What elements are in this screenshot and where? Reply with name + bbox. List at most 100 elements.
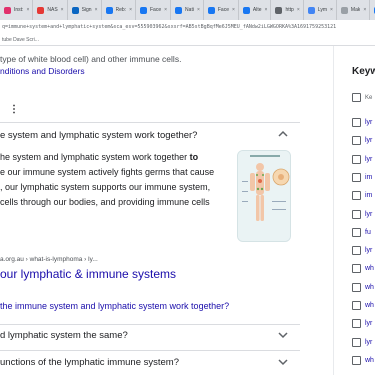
tab-close-icon[interactable]: × <box>363 7 366 13</box>
browser-tab[interactable]: Lym × <box>304 0 337 20</box>
chevron-up-icon[interactable] <box>278 130 288 140</box>
browser-tab[interactable]: Face × <box>204 0 239 20</box>
chevron-down-icon[interactable] <box>278 331 288 341</box>
answer-text: , our lymphatic system supports our immu… <box>0 182 211 192</box>
keyword-label[interactable]: wh <box>365 284 374 291</box>
browser-tab[interactable]: Mak × <box>337 0 371 20</box>
keyword-row[interactable]: lyr <box>352 118 372 127</box>
keyword-label[interactable]: wh <box>365 302 374 309</box>
snippet-link[interactable]: nditions and Disorders <box>0 66 85 76</box>
tab-label: Alte <box>252 7 262 13</box>
keyword-label[interactable]: lyr <box>365 156 372 163</box>
keyword-label[interactable]: im <box>365 174 372 181</box>
checkbox[interactable] <box>352 172 361 182</box>
browser-tab[interactable]: Sign × <box>68 0 102 20</box>
tab-favicon-icon <box>307 6 315 14</box>
bookmark-item[interactable]: tube Dave Scri... <box>2 37 39 43</box>
checkbox[interactable] <box>352 319 361 329</box>
keyword-row[interactable]: lyr <box>352 319 372 329</box>
checkbox[interactable] <box>352 209 361 219</box>
keyword-row[interactable]: lyr <box>352 337 372 347</box>
chevron-down-icon[interactable] <box>278 358 288 368</box>
keyword-label[interactable]: wh <box>365 357 374 364</box>
tab-close-icon[interactable]: × <box>164 7 167 13</box>
tab-close-icon[interactable]: × <box>197 7 200 13</box>
keyword-label[interactable]: fu <box>365 229 371 236</box>
checkbox[interactable] <box>352 136 361 146</box>
keyword-row[interactable]: im <box>352 191 372 201</box>
answer-text: e our immune system actively fights germ… <box>0 167 215 177</box>
keyword-label[interactable]: lyr <box>365 320 372 327</box>
tab-label: Lym <box>317 7 327 13</box>
tab-close-icon[interactable]: × <box>232 7 235 13</box>
checkbox[interactable] <box>352 227 361 237</box>
tab-close-icon[interactable]: × <box>61 7 64 13</box>
browser-tab[interactable]: Reb:× <box>370 0 375 20</box>
checkbox[interactable] <box>352 282 361 292</box>
tab-close-icon[interactable]: × <box>297 7 300 13</box>
keyword-label[interactable]: im <box>365 192 372 199</box>
keyword-row[interactable]: lyr <box>352 154 372 164</box>
checkbox[interactable] <box>352 355 361 365</box>
bookmarks-bar: tube Dave Scri... <box>0 34 375 46</box>
tab-favicon-icon <box>275 6 283 14</box>
keyword-row[interactable]: lyr <box>352 136 372 146</box>
checkbox[interactable] <box>352 337 361 347</box>
keyword-label[interactable]: wh <box>365 265 374 272</box>
tab-favicon-icon <box>37 6 45 14</box>
faq-question[interactable]: unctions of the lymphatic immune system? <box>0 357 179 368</box>
more-vert-icon[interactable]: ⋮ <box>9 104 19 115</box>
faq-question[interactable]: d lymphatic system the same? <box>0 330 128 341</box>
answer-text: he system and lymphatic system work toge… <box>0 152 190 162</box>
keyword-label[interactable]: lyr <box>365 119 372 126</box>
tab-favicon-icon <box>71 6 79 14</box>
browser-tab[interactable]: Alte × <box>239 0 272 20</box>
browser-tab[interactable]: http × <box>271 0 304 20</box>
browser-tab[interactable]: Inst: × <box>0 0 34 20</box>
browser-tab[interactable]: Face × <box>136 0 172 20</box>
checkbox[interactable] <box>352 154 361 164</box>
tab-close-icon[interactable]: × <box>129 7 132 13</box>
address-bar[interactable]: q=immune+system+and+lymphatic+system&sca… <box>0 20 375 34</box>
browser-tab[interactable]: NAS × <box>33 0 68 20</box>
tab-favicon-icon <box>340 6 348 14</box>
search-results: type of white blood cell) and other immu… <box>0 46 325 375</box>
panel-divider <box>333 46 334 375</box>
keyword-panel-title: Keyw <box>352 66 375 77</box>
keyword-row[interactable]: wh <box>352 264 374 274</box>
keyword-label[interactable]: lyr <box>365 247 372 254</box>
lymphatic-diagram-image[interactable] <box>237 150 291 242</box>
keyword-row[interactable]: fu <box>352 227 371 237</box>
checkbox[interactable] <box>352 246 361 256</box>
faq-question[interactable]: e system and lymphatic system work toget… <box>0 130 197 141</box>
keyword-row[interactable]: lyr <box>352 246 372 256</box>
browser-tab[interactable]: Reb:× <box>102 0 136 20</box>
keyword-row[interactable]: lyr <box>352 209 372 219</box>
result-title-link[interactable]: our lymphatic & immune systems <box>0 267 176 281</box>
keyword-label[interactable]: lyr <box>365 137 372 144</box>
tab-label: Mak <box>350 7 361 13</box>
answer-text: cells through our bodies, and providing … <box>0 197 210 207</box>
keyword-label[interactable]: lyr <box>365 339 372 346</box>
keyword-row[interactable]: wh <box>352 301 374 310</box>
tab-close-icon[interactable]: × <box>265 7 268 13</box>
checkbox[interactable] <box>352 93 361 102</box>
tab-close-icon[interactable]: × <box>330 7 333 13</box>
browser-tab[interactable]: Nati × <box>171 0 204 20</box>
keyword-row[interactable]: im <box>352 172 372 182</box>
keyword-label[interactable]: lyr <box>365 211 372 218</box>
checkbox[interactable] <box>352 118 361 127</box>
keyword-row[interactable]: wh <box>352 282 374 292</box>
divider <box>0 324 300 325</box>
tab-close-icon[interactable]: × <box>26 7 29 13</box>
checkbox[interactable] <box>352 264 361 274</box>
keyword-row[interactable]: wh <box>352 355 374 365</box>
checkbox[interactable] <box>352 301 361 310</box>
keyword-select-all[interactable]: Ke <box>352 93 372 102</box>
checkbox[interactable] <box>352 191 361 201</box>
tab-close-icon[interactable]: × <box>95 7 98 13</box>
tab-favicon-icon <box>140 6 147 14</box>
keyword-panel: Keyw Ke lyr lyr lyr im im lyr fu lyr wh wh wh lyr ly… <box>335 46 375 375</box>
tab-label: Face <box>150 7 162 13</box>
result-sublink[interactable]: the immune system and lymphatic system w… <box>0 301 229 311</box>
